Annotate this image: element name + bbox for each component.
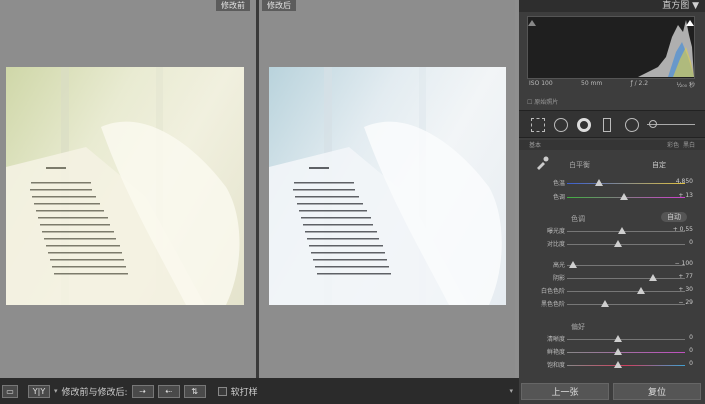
- before-label: 修改前: [216, 0, 250, 11]
- contrast-value[interactable]: 0: [689, 239, 693, 246]
- temp-value[interactable]: 4,850: [676, 178, 693, 185]
- basic-section-header[interactable]: 基本 彩色 黑白: [519, 140, 705, 150]
- exposure-label: 曝光度: [546, 228, 565, 235]
- highlights-label: 高光: [552, 262, 565, 269]
- copy-before-to-after-button[interactable]: ⇢: [131, 384, 154, 398]
- histogram-graph: [528, 20, 694, 77]
- vibrance-value[interactable]: 0: [689, 347, 693, 354]
- loupe-view-button[interactable]: ▭: [2, 384, 18, 398]
- compare-mode-label: 修改前与修改后:: [61, 387, 128, 398]
- basic-title: 基本: [529, 142, 542, 149]
- saturation-slider[interactable]: 饱和度 0: [519, 360, 705, 370]
- previous-button[interactable]: 上一张: [521, 383, 609, 400]
- blacks-slider[interactable]: 黑色色阶 − 29: [519, 299, 705, 309]
- histogram-header[interactable]: 直方图 ▼: [519, 0, 705, 12]
- after-photo-art: [269, 67, 502, 305]
- spot-removal-icon[interactable]: [554, 118, 568, 132]
- tint-label: 色调: [552, 194, 565, 201]
- shadows-label: 阴影: [552, 275, 565, 282]
- temp-slider[interactable]: 色温 4,850: [519, 178, 705, 188]
- temp-label: 色温: [552, 180, 565, 187]
- highlights-slider[interactable]: 高光 − 100: [519, 260, 705, 270]
- wb-label: 白平衡: [569, 161, 590, 169]
- eyedropper-icon[interactable]: [535, 156, 549, 170]
- after-photo[interactable]: [269, 67, 506, 305]
- exif-iso: ISO 100: [529, 80, 553, 87]
- before-photo[interactable]: [6, 67, 244, 305]
- radial-filter-icon[interactable]: [625, 118, 639, 132]
- shadow-clip-icon: [528, 20, 536, 26]
- histogram[interactable]: [527, 16, 695, 79]
- tint-slider[interactable]: 色调 + 13: [519, 192, 705, 202]
- reset-button[interactable]: 复位: [613, 383, 701, 400]
- tool-strip: [519, 110, 705, 138]
- vibrance-label: 鲜艳度: [546, 349, 565, 356]
- exif-aperture: ƒ / 2.2: [630, 80, 649, 87]
- saturation-label: 饱和度: [546, 362, 565, 369]
- highlight-clip-icon: [686, 20, 694, 26]
- graduated-filter-icon[interactable]: [603, 118, 611, 132]
- contrast-slider[interactable]: 对比度 0: [519, 239, 705, 249]
- exif-shutter: ¹⁄₂₀₀ 秒: [676, 82, 695, 89]
- view-dropdown-icon[interactable]: ▾: [54, 387, 58, 395]
- bottom-toolbar: ▭ Y|Y ▾ 修改前与修改后: ⇢ ⇠ ⇅ 软打样 ▾: [0, 378, 519, 404]
- blacks-label: 黑色色阶: [540, 301, 565, 308]
- wb-select[interactable]: 自定: [652, 160, 666, 170]
- crop-icon[interactable]: [531, 118, 545, 132]
- highlights-value[interactable]: − 100: [675, 260, 693, 267]
- original-photo-toggle[interactable]: ☐ 原始照片: [527, 97, 558, 106]
- swap-button[interactable]: ⇅: [183, 384, 206, 398]
- toolbar-menu-icon[interactable]: ▾: [509, 387, 513, 395]
- exif-info: ISO 100 50 mm ƒ / 2.2 ¹⁄₂₀₀ 秒: [529, 80, 695, 89]
- tint-value[interactable]: + 13: [678, 192, 693, 199]
- exposure-value[interactable]: + 0.55: [673, 226, 693, 233]
- contrast-label: 对比度: [546, 241, 565, 248]
- whites-value[interactable]: + 30: [678, 286, 693, 293]
- saturation-value[interactable]: 0: [689, 360, 693, 367]
- whites-label: 白色色阶: [540, 288, 565, 295]
- before-pane: 修改前: [0, 0, 256, 378]
- shadows-value[interactable]: + 77: [678, 273, 693, 280]
- red-eye-icon[interactable]: [577, 118, 591, 132]
- clarity-slider[interactable]: 清晰度 0: [519, 334, 705, 344]
- exposure-slider[interactable]: 曝光度 + 0.55: [519, 226, 705, 236]
- adjustment-brush-icon[interactable]: [649, 120, 657, 128]
- clarity-label: 清晰度: [546, 336, 565, 343]
- presence-label: 偏好: [571, 323, 585, 331]
- tone-label: 色调: [571, 215, 585, 223]
- soft-proof-checkbox[interactable]: [217, 386, 227, 396]
- before-photo-art: [6, 67, 240, 305]
- auto-tone-button[interactable]: 自动: [661, 212, 687, 222]
- original-photo-label: 原始照片: [534, 99, 559, 106]
- whites-slider[interactable]: 白色色阶 + 30: [519, 286, 705, 296]
- color-mode[interactable]: 彩色: [667, 142, 679, 149]
- after-label: 修改后: [262, 0, 296, 11]
- exif-focal: 50 mm: [581, 80, 603, 87]
- vibrance-slider[interactable]: 鲜艳度 0: [519, 347, 705, 357]
- compare-view-button[interactable]: Y|Y: [28, 384, 50, 398]
- bw-mode[interactable]: 黑白: [683, 142, 695, 149]
- shadows-slider[interactable]: 阴影 + 77: [519, 273, 705, 283]
- copy-after-to-before-button[interactable]: ⇠: [157, 384, 180, 398]
- develop-panel: 直方图 ▼ ISO 100 50 mm ƒ / 2.2 ¹⁄₂₀₀ 秒 ☐ 原始…: [519, 0, 705, 404]
- blacks-value[interactable]: − 29: [678, 299, 693, 306]
- soft-proof-label: 软打样: [230, 387, 258, 398]
- after-pane: 修改后: [259, 0, 515, 378]
- clarity-value[interactable]: 0: [689, 334, 693, 341]
- histogram-title: 直方图: [662, 1, 690, 11]
